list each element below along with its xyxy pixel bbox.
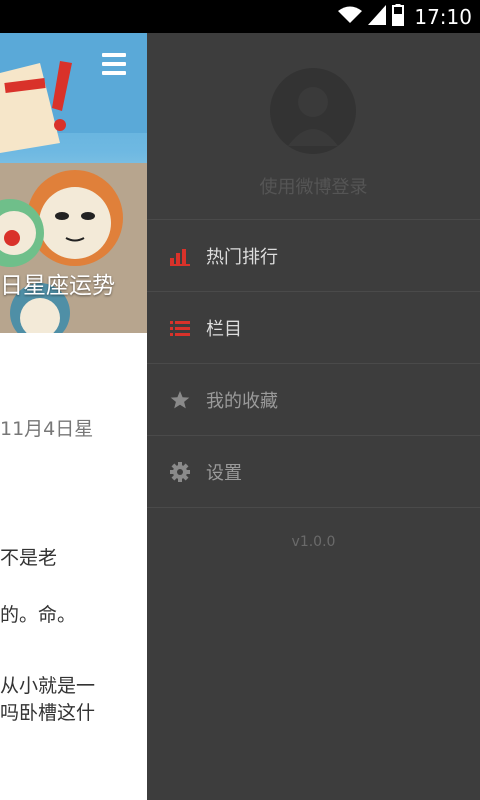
drawer-item-favorites[interactable]: 我的收藏	[147, 364, 480, 436]
article-line: 从小就是一	[0, 675, 96, 697]
star-icon	[170, 390, 190, 410]
article-line: 的。命。	[0, 604, 77, 626]
status-time: 17:10	[414, 4, 472, 29]
navigation-drawer: 使用微博登录 热门排行 栏目 我的收藏 设置 v1.0.0	[147, 33, 480, 800]
avatar-placeholder-icon[interactable]	[270, 68, 356, 154]
article-date: 11月4日星	[0, 418, 94, 440]
signal-icon	[368, 4, 387, 29]
drawer-item-label: 设置	[206, 462, 242, 484]
status-bar: 17:10	[0, 0, 480, 33]
version-label: v1.0.0	[291, 534, 336, 550]
gear-icon	[170, 462, 190, 482]
drawer-item-settings[interactable]: 设置	[147, 436, 480, 508]
weibo-login-link[interactable]: 使用微博登录	[147, 173, 480, 199]
battery-icon	[392, 3, 405, 30]
drawer-menu: 热门排行 栏目 我的收藏 设置	[147, 219, 480, 508]
bar-chart-icon	[170, 246, 190, 266]
hero-banner[interactable]: 日星座运势	[0, 33, 147, 333]
article-line: 不是老	[0, 547, 58, 569]
drawer-item-columns[interactable]: 栏目	[147, 292, 480, 364]
drawer-item-label: 我的收藏	[206, 390, 278, 412]
hamburger-menu-icon[interactable]	[102, 53, 128, 75]
main-content: 日星座运势 11月4日星 不是老 的。命。 从小就是一 吗卧槽这什	[0, 33, 147, 800]
drawer-item-label: 栏目	[206, 318, 242, 340]
drawer-item-label: 热门排行	[206, 246, 278, 268]
list-icon	[170, 318, 190, 338]
wifi-icon	[338, 6, 363, 28]
hero-title: 日星座运势	[0, 273, 115, 299]
profile-section[interactable]: 使用微博登录	[147, 33, 480, 219]
article-line: 吗卧槽这什	[0, 702, 96, 724]
drawer-item-hot-ranking[interactable]: 热门排行	[147, 220, 480, 292]
